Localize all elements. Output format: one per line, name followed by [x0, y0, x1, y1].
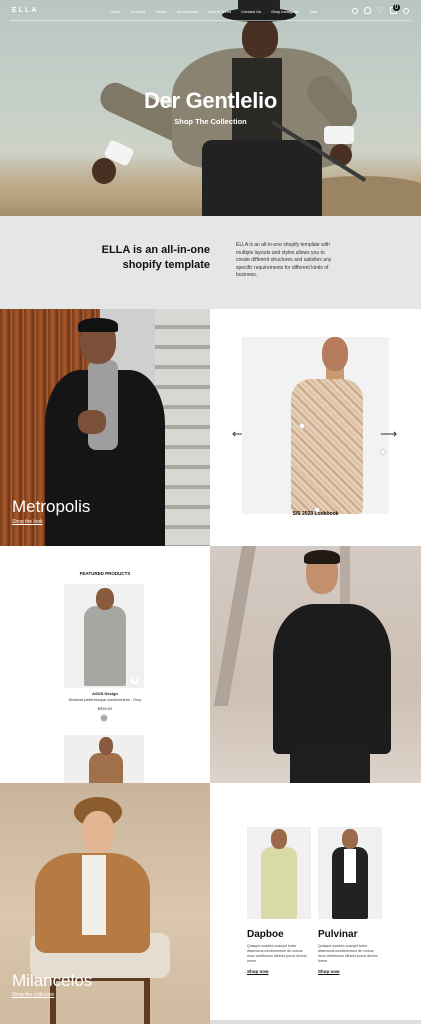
hero-title: Der Gentlelio [143, 88, 278, 113]
lookbook-slider: ⟵ ⟶ S/S 2023 Lookbook [210, 309, 421, 546]
bottom-divider [210, 1020, 421, 1024]
model-hair [304, 550, 340, 564]
model-body [273, 604, 391, 754]
hero-banner[interactable]: ELLA Home Clothing Shoes Accessories Spo… [0, 0, 421, 216]
metropolis-shop-link[interactable]: Shop the look [12, 519, 43, 525]
main-menu: Home Clothing Shoes Accessories Sports T… [110, 9, 327, 14]
metropolis-banner[interactable]: Metropolis Shop the look [0, 309, 210, 546]
lookbook-hotspot[interactable] [380, 449, 386, 455]
menu-item-accessories[interactable]: Accessories [177, 9, 199, 14]
pulvinar-title: Pulvinar [318, 929, 358, 940]
pulvinar-description: Quisque sodales suscipit tortor ditaemcu… [318, 944, 378, 963]
color-swatch[interactable] [100, 714, 108, 722]
header-divider [10, 20, 411, 21]
heart-icon[interactable]: ♡ [377, 7, 384, 15]
site-logo[interactable]: ELLA [12, 7, 38, 14]
dapboe-image[interactable] [247, 827, 311, 919]
menu-item-contact-us[interactable]: Contact Us [241, 9, 261, 14]
intro-heading: ELLA is an all-in-one shopify template [101, 244, 210, 271]
menu-item-sale[interactable]: Sale [309, 9, 317, 14]
product-name[interactable]: Dictumst pellentesque condimentum - Grey [0, 698, 210, 702]
bag-icon[interactable]: 0 [390, 4, 400, 14]
search-icon[interactable] [352, 7, 358, 14]
intro-section: ELLA is an all-in-one shopify template E… [0, 216, 421, 309]
top-navigation: ELLA Home Clothing Shoes Accessories Spo… [0, 0, 421, 24]
header-icons: ♡ 0 [352, 4, 409, 15]
shop-collection-link[interactable]: Shop The Collection [0, 117, 421, 126]
model-shirt [82, 855, 106, 935]
featured-title: FEATURED PRODUCTS [79, 571, 131, 576]
dapboe-description: Quisque sodales suscipit tortor ditaemcu… [247, 944, 307, 963]
menu-item-shoes[interactable]: Shoes [155, 9, 166, 14]
wishlist-heart-icon[interactable]: ♡ [131, 676, 139, 684]
product-image[interactable]: ♡ [64, 584, 144, 688]
globe-icon[interactable] [403, 7, 409, 14]
product-price: $999.00 [97, 706, 113, 711]
intro-text: ELLA is an all-in-one shopify template w… [236, 242, 332, 279]
slider-next-arrow[interactable]: ⟶ [380, 427, 397, 441]
model-head [82, 811, 114, 853]
milancelos-banner[interactable]: Milancelos Shop the collection [0, 783, 210, 1024]
duo-products: Dapboe Quisque sodales suscipit tortor d… [210, 783, 421, 1024]
menu-item-sports-trend[interactable]: Sports Trend [208, 9, 231, 14]
featured-products: FEATURED PRODUCTS ♡ ASOS Design Dictumst… [0, 546, 210, 783]
pulvinar-shop-link[interactable]: Shop now [318, 969, 340, 974]
lookbook-image[interactable] [242, 337, 389, 514]
model-dark-suit-image[interactable] [210, 546, 421, 783]
lookbook-hotspot[interactable] [299, 423, 305, 429]
model-legs [290, 746, 370, 783]
menu-item-home[interactable]: Home [110, 9, 121, 14]
dapboe-title: Dapboe [247, 929, 284, 940]
milancelos-shop-link[interactable]: Shop the collection [12, 992, 54, 998]
pillar-background [213, 546, 257, 706]
metropolis-title: Metropolis [12, 497, 91, 516]
lookbook-caption[interactable]: S/S 2023 Lookbook [210, 511, 421, 517]
product-brand: ASOS Design [92, 691, 118, 696]
cart-count-badge: 0 [393, 4, 400, 11]
pulvinar-image[interactable] [318, 827, 382, 919]
menu-item-clothing[interactable]: Clothing [131, 9, 146, 14]
dapboe-shop-link[interactable]: Shop now [247, 969, 269, 974]
user-icon[interactable] [364, 7, 371, 14]
product-image[interactable] [64, 735, 144, 783]
menu-item-shop-instagram[interactable]: Shop Instagram [271, 9, 299, 14]
milancelos-title: Milancelos [12, 971, 93, 990]
